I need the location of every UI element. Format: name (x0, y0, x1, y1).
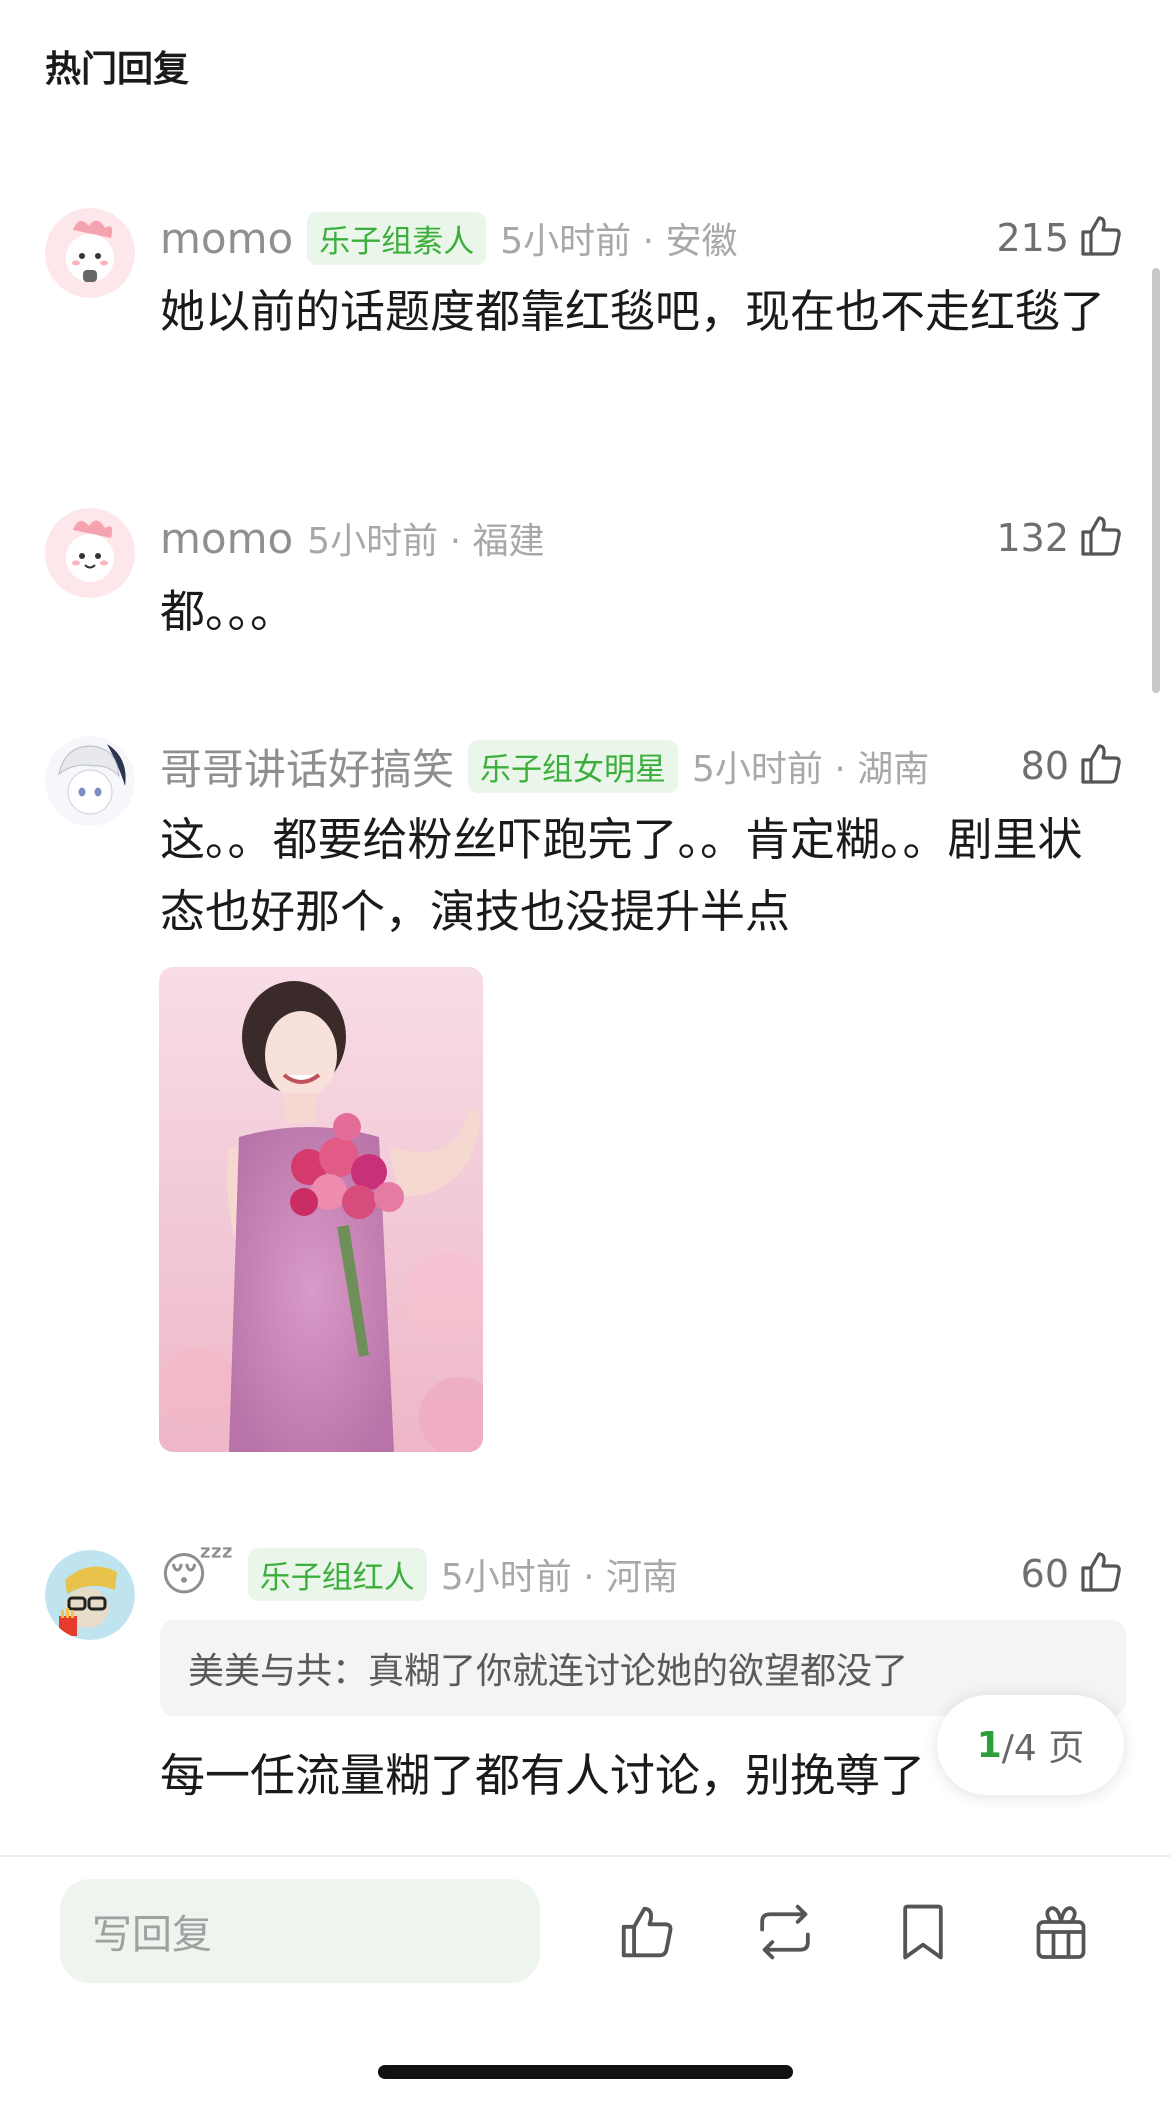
home-indicator[interactable] (378, 2065, 793, 2079)
avatar[interactable] (45, 1550, 135, 1640)
section-title: 热门回复 (45, 49, 190, 90)
like-count: 215 (996, 216, 1069, 260)
comment-text: 这。。都要给粉丝吓跑完了。。肯定糊。。剧里状态也好那个，演技也没提升半点 (160, 813, 1083, 938)
total-pages: /4 页 (1001, 1728, 1085, 1769)
comment-meta: momo 乐子组素人 5小时前 · 安徽 (160, 208, 737, 268)
timestamp-location: 5小时前 · 福建 (307, 521, 545, 562)
avatar[interactable] (45, 508, 135, 598)
page-indicator[interactable]: 1 /4 页 (937, 1695, 1124, 1795)
thumbs-up-icon (1077, 512, 1125, 564)
avatar[interactable] (45, 736, 135, 826)
thumbs-up-icon (1077, 1548, 1125, 1600)
thumbs-up-icon (1077, 740, 1125, 792)
comment-meta: 哥哥讲话好搞笑 乐子组女明星 5小时前 · 湖南 (160, 736, 929, 796)
comment-text: 都。。。 (160, 585, 296, 638)
reply-input[interactable]: 写回复 (60, 1879, 540, 1983)
bookmark-icon[interactable] (888, 1897, 958, 1967)
comment-meta: momo 5小时前 · 福建 (160, 508, 544, 568)
repost-icon[interactable] (750, 1897, 820, 1967)
like-button[interactable]: 80 (1021, 736, 1125, 796)
user-badge[interactable]: 乐子组素人 (307, 211, 487, 265)
comment-photo[interactable] (159, 967, 483, 1452)
comment-text: 她以前的话题度都靠红毯吧，现在也不走红毯了 (160, 285, 1106, 338)
comment-meta: 😴 乐子组红人 5小时前 · 河南 (160, 1544, 678, 1604)
like-count: 80 (1020, 744, 1069, 788)
like-icon[interactable] (612, 1897, 682, 1967)
timestamp-location: 5小时前 · 安徽 (500, 221, 738, 262)
current-page: 1 (976, 1724, 1002, 1766)
timestamp-location: 5小时前 · 河南 (440, 1557, 679, 1598)
gift-icon[interactable] (1026, 1897, 1096, 1967)
username[interactable]: momo (160, 214, 293, 263)
username[interactable]: 😴 (160, 1547, 234, 1601)
like-count: 132 (996, 516, 1069, 560)
username[interactable]: 哥哥讲话好搞笑 (160, 736, 454, 797)
like-button[interactable]: 132 (996, 508, 1125, 568)
avatar[interactable] (45, 208, 135, 298)
bottom-action-bar: 写回复 (0, 1855, 1170, 2105)
like-count: 60 (1020, 1552, 1069, 1596)
scrollbar[interactable] (1152, 268, 1160, 693)
timestamp-location: 5小时前 · 湖南 (692, 749, 930, 790)
user-badge[interactable]: 乐子组女明星 (468, 739, 679, 793)
username[interactable]: momo (160, 514, 293, 563)
thumbs-up-icon (1077, 212, 1125, 264)
like-button[interactable]: 215 (996, 208, 1125, 268)
like-button[interactable]: 60 (1021, 1544, 1125, 1604)
user-badge[interactable]: 乐子组红人 (247, 1547, 427, 1601)
